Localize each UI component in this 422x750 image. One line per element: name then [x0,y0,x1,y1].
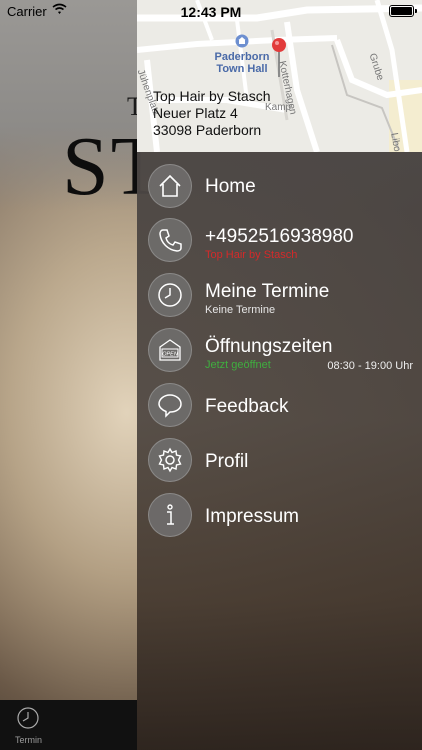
map-poi-label: Paderborn Town Hall [210,51,274,75]
town-hall-icon [235,34,249,48]
menu-label-profile: Profil [205,451,249,472]
menu-item-opening-hours[interactable]: OPEN Öffnungszeiten Jetzt geöffnet 08:30… [137,326,422,381]
menu-item-phone[interactable]: +4952516938980 Top Hair by Stasch [137,216,422,271]
speech-bubble-icon [148,383,192,427]
menu-item-feedback[interactable]: Feedback [137,381,422,436]
opening-hours-time: 08:30 - 19:00 Uhr [327,360,413,372]
tab-termin[interactable]: Termin [15,735,42,745]
menu-item-appointments[interactable]: Meine Termine Keine Termine [137,271,422,326]
battery-icon [389,5,417,17]
info-icon [148,493,192,537]
gear-icon [148,438,192,482]
map-poi-line2: Town Hall [216,63,268,75]
salon-street: Neuer Platz 4 [153,105,238,121]
side-drawer: Paderborn Town Hall Kotterhagen Grube Ka… [137,0,422,750]
menu-sub-appointments: Keine Termine [205,304,276,316]
open-sign-icon: OPEN [148,328,192,372]
open-sign-text: OPEN [162,352,178,358]
status-time: 12:43 PM [180,4,242,20]
home-icon [148,164,192,208]
menu-item-home[interactable]: Home [137,162,422,217]
salon-address: Top Hair by Stasch Neuer Platz 4 33098 P… [153,88,271,139]
location-map[interactable]: Paderborn Town Hall Kotterhagen Grube Ka… [137,0,422,152]
map-poi-line1: Paderborn [214,51,270,63]
menu-item-imprint[interactable]: Impressum [137,491,422,546]
menu-label-appointments: Meine Termine [205,281,330,302]
menu-item-profile[interactable]: Profil [137,436,422,491]
clock-icon [148,273,192,317]
phone-icon [148,218,192,262]
menu-label-phone: +4952516938980 [205,226,354,247]
menu-label-home: Home [205,176,256,197]
menu-label-opening-hours: Öffnungszeiten [205,336,333,357]
menu-label-imprint: Impressum [205,506,299,527]
salon-city: 33098 Paderborn [153,122,262,138]
menu-sub-opening-status: Jetzt geöffnet [205,359,271,371]
tab-termin-icon[interactable] [17,707,39,729]
menu-sub-phone: Top Hair by Stasch [205,249,298,261]
menu-label-feedback: Feedback [205,396,289,417]
salon-name: Top Hair by Stasch [153,88,271,104]
status-bar: Carrier 12:43 PM [0,0,422,22]
